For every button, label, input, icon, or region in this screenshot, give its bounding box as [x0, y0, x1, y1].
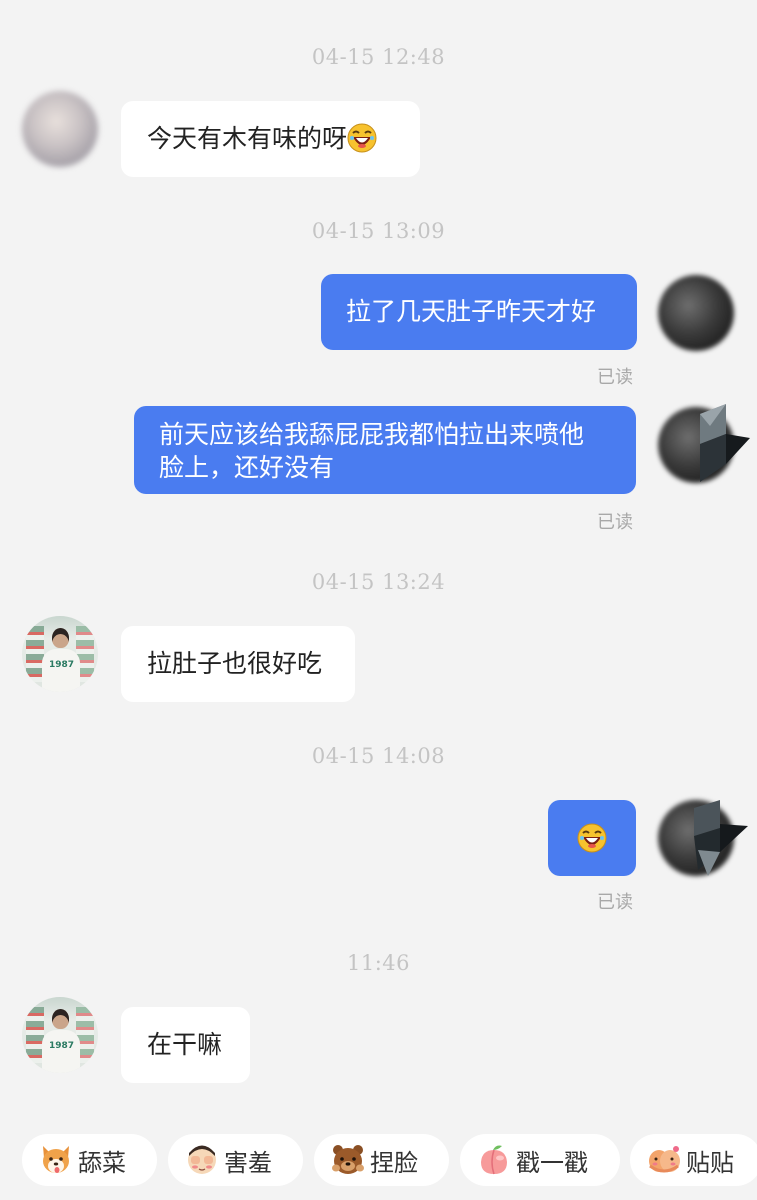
quick-reaction-bar: 舔菜 害羞 捏脸 戳一戳 贴贴: [22, 1134, 757, 1186]
reaction-chip-tietie[interactable]: 贴贴: [630, 1134, 757, 1186]
timestamp: 04-15 14:08: [311, 744, 446, 768]
reaction-label: 戳一戳: [516, 1148, 588, 1177]
contact-avatar[interactable]: 1987: [22, 997, 98, 1073]
hug-icon: [649, 1146, 680, 1173]
incoming-message-bubble[interactable]: 在干嘛: [121, 1007, 250, 1083]
timestamp: 11:46: [346, 951, 411, 975]
timestamp: 04-15 13:09: [311, 219, 446, 243]
message-text-line: 脸上，还好没有: [159, 453, 335, 482]
shirt-number: 1987: [49, 660, 75, 670]
message-text: 拉了几天肚子昨天才好: [346, 297, 597, 326]
reaction-label: 害羞: [224, 1148, 272, 1177]
bear-icon: [332, 1145, 364, 1174]
reaction-label: 舔菜: [78, 1148, 126, 1177]
outgoing-emoji-bubble[interactable]: [548, 800, 636, 876]
reaction-chip-nielian[interactable]: 捏脸: [314, 1134, 449, 1186]
my-avatar[interactable]: [658, 275, 734, 351]
contact-avatar[interactable]: 1987: [22, 616, 98, 692]
message-text: 拉肚子也很好吃: [147, 649, 323, 678]
incoming-message-bubble[interactable]: 今天有木有味的呀: [121, 101, 420, 177]
laughing-emoji-icon: [577, 823, 607, 853]
read-status: 已读: [597, 892, 633, 913]
reaction-chip-haixiu[interactable]: 害羞: [168, 1134, 303, 1186]
shirt-number: 1987: [49, 1041, 75, 1051]
laughing-emoji-icon: [347, 123, 377, 153]
contact-avatar[interactable]: [22, 91, 98, 167]
reaction-chip-chuoyichuo[interactable]: 戳一戳: [460, 1134, 620, 1186]
chat-view: 04-15 12:48 今天有木有味的呀 04-15 13:09 拉了几天肚子昨…: [0, 0, 757, 1200]
reaction-label: 捏脸: [370, 1148, 418, 1177]
timestamp: 04-15 12:48: [311, 45, 446, 69]
timestamp: 04-15 13:24: [311, 570, 446, 594]
read-status: 已读: [597, 512, 633, 533]
read-status: 已读: [597, 367, 633, 388]
message-text-line: 前天应该给我舔屁屁我都怕拉出来喷他: [159, 420, 585, 449]
peach-icon: [481, 1145, 507, 1175]
message-text: 在干嘛: [147, 1030, 223, 1059]
outgoing-message-bubble[interactable]: 拉了几天肚子昨天才好: [321, 274, 637, 350]
glitch-artifact-icon: [694, 800, 748, 876]
outgoing-message-bubble[interactable]: 前天应该给我舔屁屁我都怕拉出来喷他 脸上，还好没有: [134, 406, 636, 494]
message-text: 今天有木有味的呀: [147, 124, 348, 153]
corgi-icon: [43, 1146, 69, 1173]
reaction-label: 贴贴: [686, 1148, 734, 1177]
cover-eyes-icon: [188, 1145, 216, 1174]
glitch-artifact-icon: [700, 404, 750, 482]
reaction-chip-tiancai[interactable]: 舔菜: [22, 1134, 157, 1186]
incoming-message-bubble[interactable]: 拉肚子也很好吃: [121, 626, 355, 702]
